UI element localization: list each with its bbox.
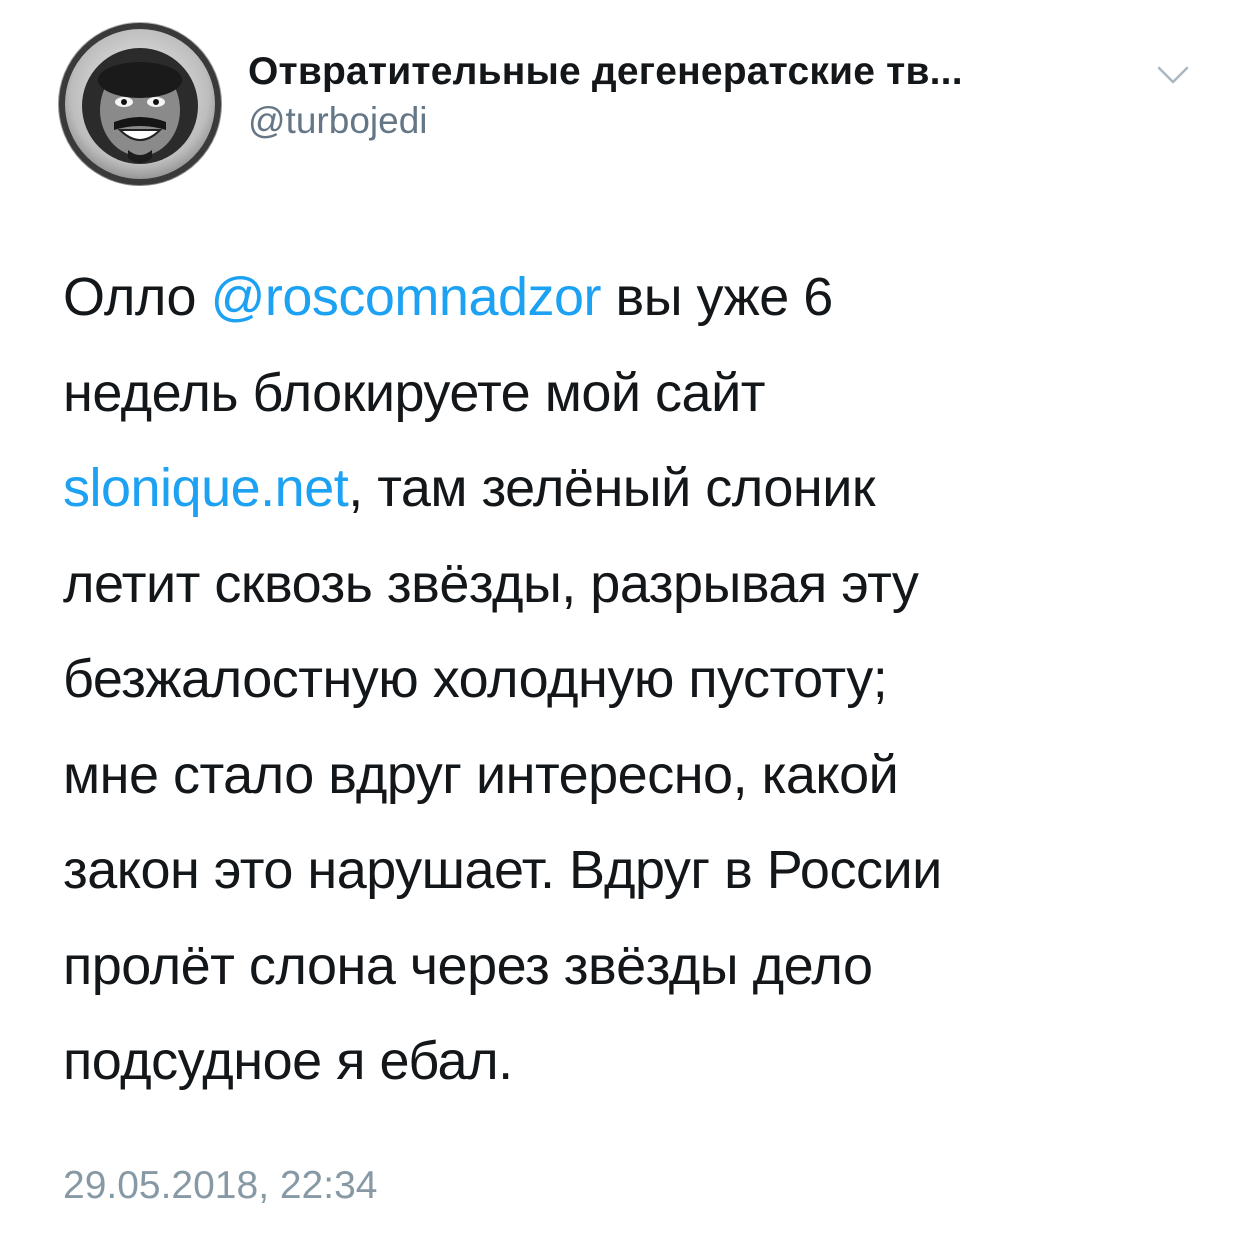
- tweet-line: пролёт слона через звёзды дело: [63, 935, 873, 996]
- cosmonaut-avatar-image: [58, 22, 222, 186]
- tweet-line: подсудное я ебал.: [63, 1031, 513, 1091]
- tweet-line: slonique.net, там зелёный слоник: [63, 458, 876, 518]
- author-names: Отвратительные дегенератские тв... @turb…: [248, 48, 1148, 144]
- avatar[interactable]: [58, 22, 222, 186]
- tweet-header: Отвратительные дегенератские тв... @turb…: [58, 22, 1198, 187]
- tweet-line: Олло @roscomnadzor вы уже 6: [63, 267, 833, 327]
- tweet-line: безжалостную холодную пустоту;: [63, 649, 888, 709]
- display-name[interactable]: Отвратительные дегенератские тв...: [248, 48, 1148, 96]
- tweet-line: недель блокируете мой сайт: [63, 362, 765, 423]
- tweet-line: мне стало вдруг интересно, какой: [63, 744, 899, 805]
- tweet-line: летит сквозь звёзды, разрывая эту: [63, 553, 919, 614]
- chevron-down-icon[interactable]: [1153, 60, 1193, 90]
- user-handle[interactable]: @turbojedi: [248, 98, 1148, 144]
- url-link[interactable]: slonique.net: [63, 458, 349, 518]
- tweet-text: Олло @roscomnadzor вы уже 6 недель блоки…: [63, 250, 1183, 1110]
- mention-link[interactable]: @roscomnadzor: [211, 267, 602, 327]
- tweet-line: закон это нарушает. Вдруг в России: [63, 840, 942, 900]
- tweet: Отвратительные дегенератские тв... @turb…: [0, 0, 1242, 1245]
- tweet-timestamp[interactable]: 29.05.2018, 22:34: [63, 1158, 377, 1214]
